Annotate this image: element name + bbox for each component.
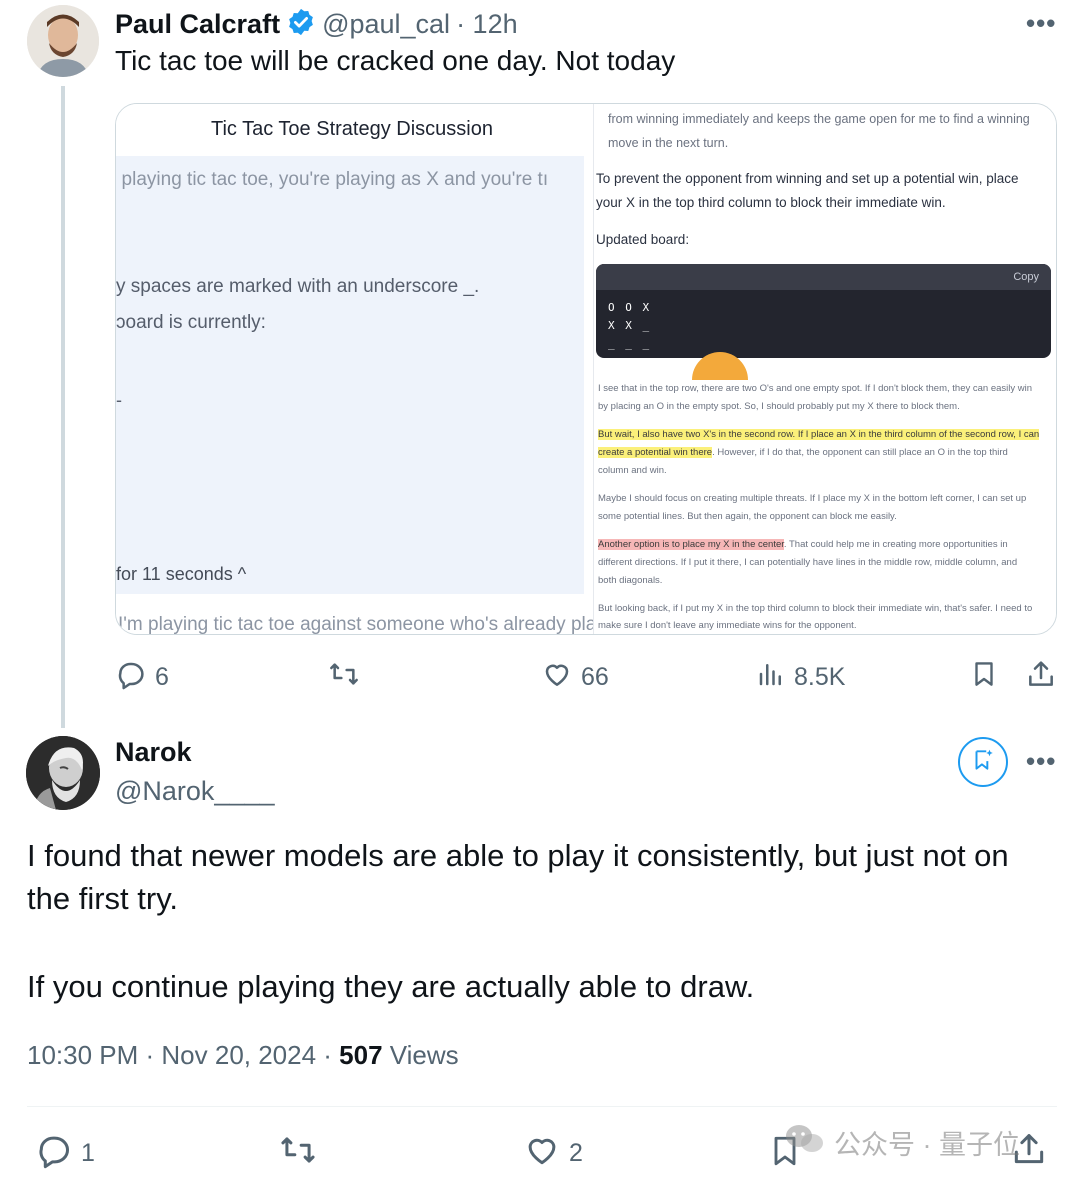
response-text: your X in the top third column to block … [596,195,946,210]
tweet-time[interactable]: · 12h [456,9,518,40]
response-text: To prevent the opponent from winning and… [596,171,1019,186]
views-button[interactable]: 8.5K [756,658,845,697]
prompt-panel [116,156,584,594]
like-count: 66 [581,663,609,691]
reasoning-text: Another option is to place my X in the c… [598,539,1008,550]
reasoning-text: I see that in the top row, there are two… [598,383,1032,394]
author-handle[interactable]: @paul_cal [322,9,450,40]
author-name[interactable]: Narok [115,737,192,768]
highlighted-text: Another option is to place my X in the c… [598,539,784,550]
tweet-timestamp[interactable]: 10:30 PM · Nov 20, 2024 · [27,1040,339,1070]
watermark-text: 公众号 · 量子位 [834,1130,1020,1160]
thread-connector-line [61,86,65,728]
reasoning-text: Maybe I should focus on creating multipl… [598,493,1027,504]
more-options-icon[interactable]: ••• [1026,746,1056,777]
bookmark-button[interactable] [969,658,999,697]
reply-icon [115,658,147,697]
tweet1-header: Paul Calcraft @paul_cal · 12h [115,6,518,42]
avatar-image [27,5,99,77]
reasoning-text: different directions. If I put it there,… [598,557,1018,568]
retweet-button[interactable] [278,1131,318,1176]
reasoning-text: column and win. [598,465,667,476]
reasoning-text: . That could help me in creating more op… [783,539,1008,550]
prompt-line: ɔoard is currently: [116,312,266,333]
board-row: _ _ _ [608,337,652,350]
avatar-image [26,736,100,810]
like-button[interactable]: 66 [541,658,609,697]
reply-count: 6 [155,663,169,691]
reply-icon [35,1131,73,1176]
response-text: Updated board: [596,232,690,247]
like-count: 2 [569,1139,583,1167]
reasoning-text: . However, if I do that, the opponent ca… [712,447,1008,458]
tweet2-meta: 10:30 PM · Nov 20, 2024 · 507 Views [27,1040,459,1071]
more-options-icon[interactable]: ••• [1026,8,1056,39]
reasoning-text: by placing an O in the empty spot. So, I… [598,401,960,412]
like-button[interactable]: 2 [523,1131,583,1176]
avatar-narok[interactable] [26,736,100,810]
prompt-marker: - [116,390,122,410]
grok-icon [970,747,996,778]
response-text: move in the next turn. [608,136,729,150]
like-icon [541,658,573,697]
highlighted-text: But wait, I also have two X's in the sec… [598,429,1040,440]
reasoning-text: create a potential win there. However, i… [598,447,1008,458]
views-count: 8.5K [794,663,846,691]
avatar-paul-calcraft[interactable] [27,5,99,77]
reply-button[interactable]: 6 [115,658,169,697]
highlighted-text: create a potential win there [598,447,713,458]
prompt-line: y spaces are marked with an underscore _… [116,276,480,297]
reasoning-text: both diagonals. [598,575,663,586]
views-label: Views [382,1040,459,1070]
reasoning-text: But looking back, if I put my X in the t… [598,603,1033,614]
verified-badge-icon [286,7,316,42]
prompt-line: : playing tic tac toe, you're playing as… [115,169,549,190]
board-row: O O X [608,301,652,314]
response-text: from winning immediately and keeps the g… [608,112,1030,126]
wechat-icon [784,1122,826,1163]
tweet2-text-line: I found that newer models are able to pl… [27,838,1009,873]
thought-duration[interactable]: for 11 seconds ^ [116,564,246,585]
tweet1-media-image[interactable]: Tic Tac Toe Strategy Discussion : playin… [115,103,1057,635]
bookmark-icon [969,658,999,697]
share-button[interactable] [1025,658,1057,697]
share-icon [1025,658,1057,697]
views-icon [756,658,786,697]
author-handle[interactable]: @Narok____ [115,776,275,807]
code-block: Copy O O X X X _ _ _ _ [596,264,1051,358]
chat-title: Tic Tac Toe Strategy Discussion [211,118,493,140]
tweet1-text: Tic tac toe will be cracked one day. Not… [115,45,676,76]
reasoning-text: make sure I don't leave any immediate wi… [598,620,857,631]
prompt-line: I'm playing tic tac toe against someone … [118,614,612,635]
board-row: X X _ [608,319,652,332]
watermark: 公众号 · 量子位 [784,1122,1020,1163]
reply-count: 1 [81,1139,95,1167]
reply-button[interactable]: 1 [35,1131,95,1176]
copy-button[interactable]: Copy [1013,271,1039,283]
media-left-panel: Tic Tac Toe Strategy Discussion : playin… [115,104,611,634]
tweet2-text-line: If you continue playing they are actuall… [27,969,755,1004]
media-right-panel: from winning immediately and keeps the g… [594,104,1056,634]
retweet-icon [327,658,361,697]
retweet-button[interactable] [327,658,361,697]
grok-button[interactable] [958,737,1008,787]
retweet-icon [278,1131,318,1176]
views-count: 507 [339,1040,383,1070]
author-name[interactable]: Paul Calcraft [115,9,280,40]
divider [27,1106,1057,1107]
code-toolbar [596,264,1051,290]
like-icon [523,1131,561,1176]
reasoning-text: But wait, I also have two X's in the sec… [598,429,1040,440]
reasoning-text: some potential lines. But then again, th… [598,511,897,522]
tweet2-text-line: the first try. [27,881,179,916]
